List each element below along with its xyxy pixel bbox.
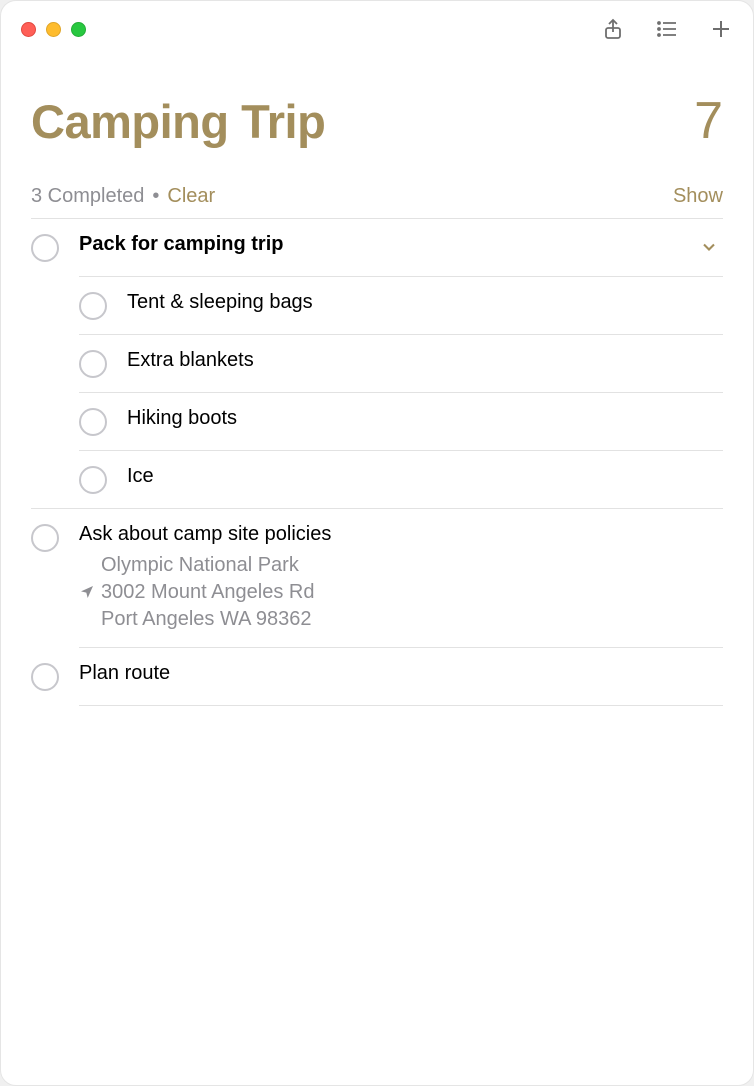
location-street-row: 3002 Mount Angeles Rd <box>79 579 723 606</box>
reminders-window: Camping Trip 7 3 Completed • Clear Show … <box>0 0 754 1086</box>
reminder-item[interactable]: Pack for camping trip <box>31 219 723 276</box>
reminder-count: 7 <box>694 91 723 151</box>
subtask-item[interactable]: Hiking boots <box>79 393 723 450</box>
reminder-title: Pack for camping trip <box>79 233 689 256</box>
maximize-window-button[interactable] <box>71 22 86 37</box>
reminder-checkbox[interactable] <box>31 524 59 552</box>
traffic-lights <box>21 22 86 37</box>
separator-dot: • <box>152 185 159 208</box>
list-view-icon[interactable] <box>655 17 679 41</box>
completed-row: 3 Completed • Clear <box>31 185 215 208</box>
completed-count: 3 Completed <box>31 185 144 208</box>
location-street: 3002 Mount Angeles Rd <box>101 579 315 606</box>
location-city: Port Angeles WA 98362 <box>79 606 723 633</box>
share-icon[interactable] <box>601 17 625 41</box>
close-window-button[interactable] <box>21 22 36 37</box>
list-divider <box>79 705 723 706</box>
subtask-item[interactable]: Extra blankets <box>79 335 723 392</box>
reminder-checkbox[interactable] <box>31 234 59 262</box>
reminders-list: Pack for camping trip Tent & sleeping ba… <box>1 218 753 706</box>
reminder-content: Ask about camp site policies Olympic Nat… <box>79 523 723 633</box>
reminder-title: Ask about camp site policies <box>79 523 723 546</box>
clear-completed-button[interactable]: Clear <box>167 185 215 208</box>
subtask-title: Extra blankets <box>127 349 723 372</box>
list-header: Camping Trip 7 <box>1 57 753 161</box>
titlebar <box>1 1 753 57</box>
toolbar <box>601 17 733 41</box>
minimize-window-button[interactable] <box>46 22 61 37</box>
subheader: 3 Completed • Clear Show <box>1 161 753 218</box>
subtask-item[interactable]: Tent & sleeping bags <box>79 277 723 334</box>
subtask-title: Ice <box>127 465 723 488</box>
subtask-item[interactable]: Ice <box>79 451 723 508</box>
reminder-location: Olympic National Park 3002 Mount Angeles… <box>79 552 723 633</box>
reminder-checkbox[interactable] <box>79 292 107 320</box>
list-title: Camping Trip <box>31 94 325 149</box>
reminder-content: Pack for camping trip <box>79 233 689 256</box>
reminder-checkbox[interactable] <box>79 408 107 436</box>
chevron-down-icon[interactable] <box>699 237 719 257</box>
reminder-item[interactable]: Ask about camp site policies Olympic Nat… <box>31 509 723 647</box>
subtask-title: Tent & sleeping bags <box>127 291 723 314</box>
reminder-checkbox[interactable] <box>31 663 59 691</box>
show-completed-button[interactable]: Show <box>673 185 723 208</box>
location-arrow-icon <box>79 584 95 600</box>
location-name: Olympic National Park <box>79 552 723 579</box>
reminder-item[interactable]: Plan route <box>31 648 723 705</box>
reminder-title: Plan route <box>79 662 723 685</box>
reminder-checkbox[interactable] <box>79 350 107 378</box>
add-reminder-icon[interactable] <box>709 17 733 41</box>
subtask-title: Hiking boots <box>127 407 723 430</box>
reminder-checkbox[interactable] <box>79 466 107 494</box>
subtask-list: Tent & sleeping bags Extra blankets Hiki… <box>79 277 723 508</box>
